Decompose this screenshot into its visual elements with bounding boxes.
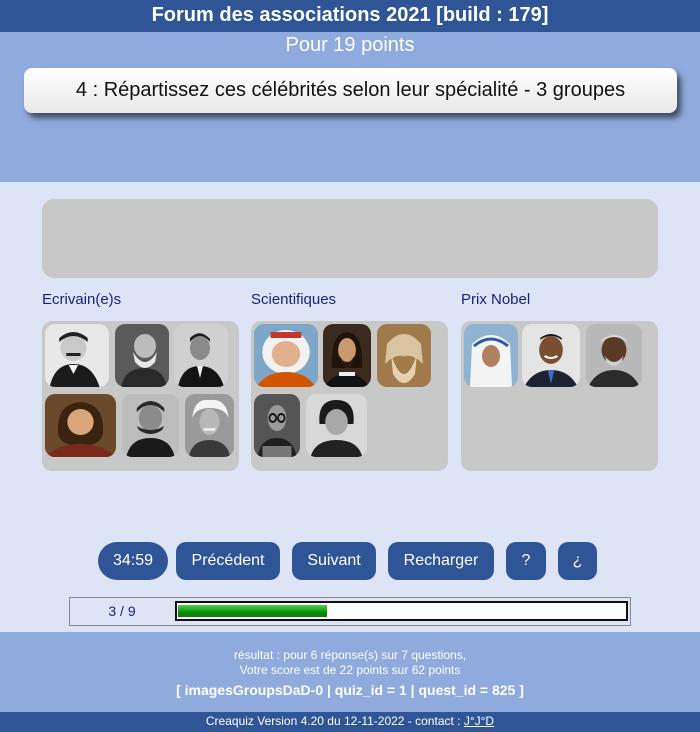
help-button[interactable]: ? [506,542,546,580]
version-bar: Creaquiz Version 4.20 du 12-11-2022 - co… [0,712,700,732]
next-button[interactable]: Suivant [292,542,376,580]
group-title-nobel: Prix Nobel [461,291,531,308]
previous-button[interactable]: Précédent [176,542,280,580]
photo-woman-dark-hair[interactable] [306,394,367,457]
contact-link[interactable]: J°J°D [464,714,494,728]
points-label: Pour 19 points [285,34,415,56]
group-title-scientists: Scientifiques [251,291,337,308]
progress-label: 3 / 9 [108,603,136,619]
photo-man-wig[interactable] [45,394,116,457]
version-text: Creaquiz Version 4.20 du 12-11-2022 - co… [205,714,464,728]
timer-button[interactable]: 34:59 [98,542,168,580]
photo-nun-veil[interactable] [464,324,518,387]
drop-zone[interactable] [42,199,658,278]
question-meta: [ imagesGroupsDaD-0 | quiz_id = 1 | ques… [176,682,524,698]
app-title: Forum des associations 2021 [build : 179… [151,4,549,26]
progress-bar [175,601,628,621]
photo-cosmonaut[interactable] [254,324,318,387]
photo-old-man-beard[interactable] [115,324,169,387]
app-title-bar: Forum des associations 2021 [build : 179… [0,0,700,32]
photo-man-mustache[interactable] [45,324,109,387]
photo-man-smiling-suit[interactable] [522,324,580,387]
result-summary: résultat : pour 6 réponse(s) sur 7 quest… [233,648,467,662]
photo-man-whiskers[interactable] [122,394,179,457]
photo-man-grey-beard[interactable] [586,324,642,387]
photo-man-long-hair[interactable] [323,324,371,387]
help-inverted-button[interactable]: ¿ [558,542,597,580]
photo-man-white-hair[interactable] [185,394,234,457]
result-score: Votre score est de 22 points sur 62 poin… [239,663,461,677]
group-title-writers: Ecrivain(e)s [42,291,122,308]
photo-man-suit[interactable] [174,324,228,387]
progress-panel: 3 / 9 [69,597,631,626]
reload-button[interactable]: Recharger [388,542,494,580]
question-title: 4 : Répartissez ces célébrités selon leu… [24,68,677,113]
photo-man-glasses[interactable] [254,394,300,457]
results-panel: résultat : pour 6 réponse(s) sur 7 quest… [0,632,700,712]
photo-old-man-long-beard[interactable] [377,324,431,387]
progress-bar-fill [178,605,327,617]
